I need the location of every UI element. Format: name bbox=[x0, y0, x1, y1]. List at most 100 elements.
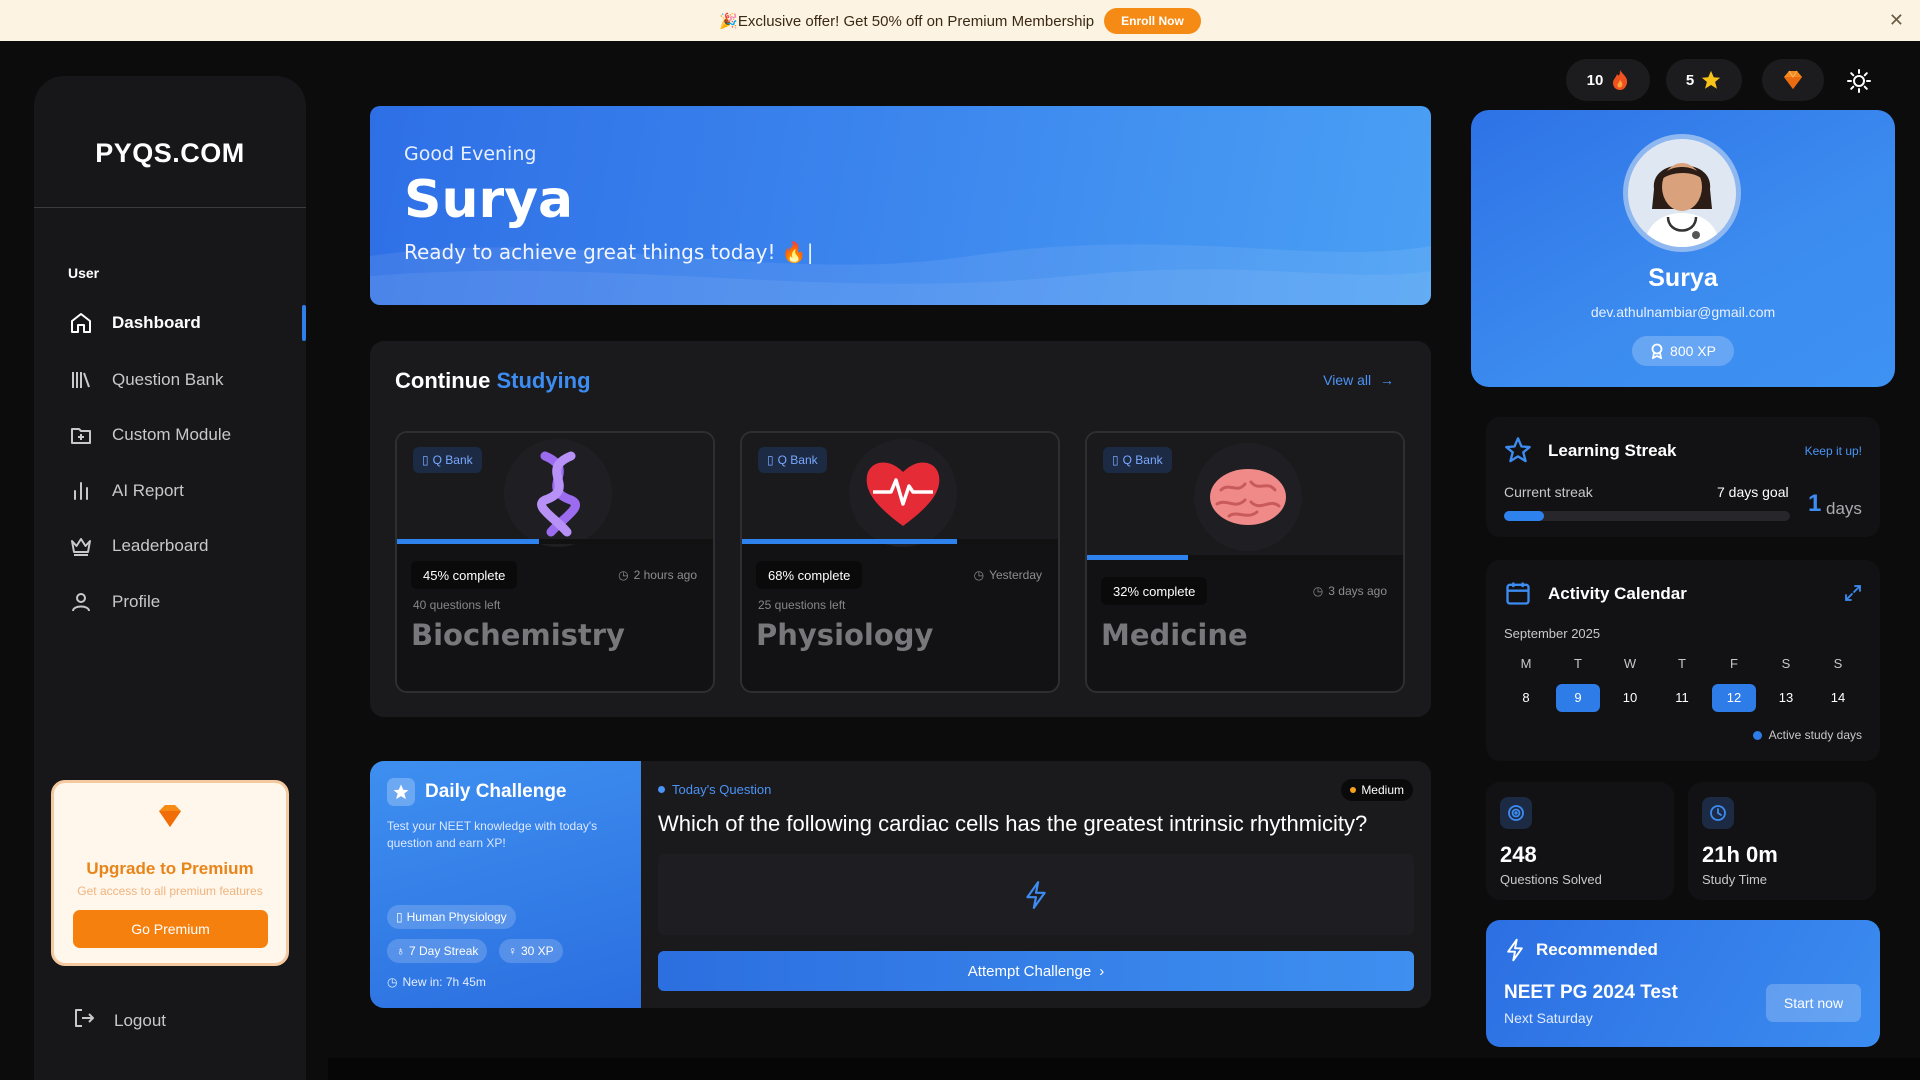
expand-icon[interactable] bbox=[1844, 584, 1862, 607]
qbank-label: Q Bank bbox=[777, 453, 818, 467]
streak-goal: 7 days goal bbox=[1717, 484, 1789, 500]
streak-title: Learning Streak bbox=[1548, 441, 1677, 460]
logout-label: Logout bbox=[114, 1010, 166, 1030]
clock-icon: ◷ bbox=[387, 975, 398, 989]
attempt-challenge-button[interactable]: Attempt Challenge › bbox=[658, 951, 1414, 991]
premium-subtitle: Get access to all premium features bbox=[77, 884, 263, 898]
weekday-label: M bbox=[1520, 656, 1532, 671]
recommended-heading: Recommended bbox=[1536, 940, 1658, 959]
fire-streak-pill[interactable]: 10 bbox=[1566, 59, 1650, 101]
course-card-biochemistry[interactable]: ▯ Q Bank 45% complete ◷ 2 hours ago 40 qu… bbox=[395, 431, 715, 693]
star-points-pill[interactable]: 5 bbox=[1666, 59, 1742, 101]
study-time-stat: 21h 0m Study Time bbox=[1688, 782, 1876, 900]
calendar-date[interactable]: 10 bbox=[1608, 684, 1652, 712]
new-in-label: New in: 7h 45m bbox=[402, 975, 486, 989]
sidebar-item-profile[interactable]: Profile bbox=[68, 582, 306, 622]
sidebar-item-ai-report[interactable]: AI Report bbox=[68, 471, 306, 511]
premium-gem-pill[interactable] bbox=[1762, 59, 1824, 101]
last-studied-label: 2 hours ago bbox=[633, 568, 697, 582]
sidebar-item-label: AI Report bbox=[112, 481, 184, 500]
app-logo[interactable]: PYQS.COM bbox=[34, 138, 306, 169]
logout-icon bbox=[72, 1006, 96, 1035]
profile-email: dev.athulnambiar@gmail.com bbox=[1590, 304, 1776, 320]
enroll-now-button[interactable]: Enroll Now bbox=[1104, 7, 1201, 34]
legend-dot bbox=[1752, 730, 1762, 740]
sidebar-item-label: Leaderboard bbox=[112, 536, 209, 555]
stat-value: 248 bbox=[1500, 842, 1537, 867]
challenge-header: Daily Challenge bbox=[387, 778, 567, 806]
library-icon bbox=[68, 367, 94, 393]
star-icon bbox=[1700, 69, 1722, 91]
user-name: Surya bbox=[404, 170, 574, 230]
challenge-title: Daily Challenge bbox=[425, 781, 567, 802]
sidebar-item-custom-module[interactable]: Custom Module bbox=[68, 415, 306, 455]
sidebar: PYQS.COM User Dashboard Question Bank Cu… bbox=[34, 76, 306, 1080]
greeting-hero: Good Evening Surya Ready to achieve grea… bbox=[370, 106, 1431, 305]
target-icon bbox=[1500, 797, 1532, 829]
profile-name: Surya bbox=[1648, 264, 1718, 292]
chevron-right-icon: › bbox=[1099, 962, 1105, 980]
sidebar-item-question-bank[interactable]: Question Bank bbox=[68, 360, 306, 400]
progress-fill bbox=[742, 539, 957, 544]
qbank-label: Q Bank bbox=[432, 453, 473, 467]
progress-badge: 32% complete bbox=[1101, 577, 1208, 605]
recommended-title: NEET PG 2024 Test bbox=[1504, 982, 1678, 1003]
course-card-medicine[interactable]: ▯ Q Bank 32% complete ◷ 3 days ago Medici… bbox=[1085, 431, 1405, 693]
go-premium-button[interactable]: Go Premium bbox=[73, 910, 268, 948]
avatar[interactable] bbox=[1623, 134, 1741, 252]
streak-unit: days bbox=[1826, 499, 1862, 518]
qbank-tag: ▯ Q Bank bbox=[413, 447, 482, 473]
course-name: Biochemistry bbox=[411, 618, 625, 652]
qbank-tag: ▯ Q Bank bbox=[758, 447, 827, 473]
view-all-label: View all bbox=[1323, 372, 1372, 388]
calendar-date[interactable]: 8 bbox=[1504, 684, 1548, 712]
folder-plus-icon bbox=[68, 422, 94, 448]
close-icon[interactable]: ✕ bbox=[1889, 11, 1904, 29]
progress-bar bbox=[742, 539, 1058, 544]
title-accent: Studying bbox=[496, 368, 591, 393]
keep-it-up-link[interactable]: Keep it up! bbox=[1805, 444, 1862, 458]
clock-icon: ◷ bbox=[618, 568, 629, 582]
start-now-button[interactable]: Start now bbox=[1766, 984, 1861, 1022]
last-studied: ◷ 2 hours ago bbox=[618, 568, 697, 582]
calendar-date-active[interactable]: 9 bbox=[1556, 684, 1600, 712]
sidebar-item-dashboard[interactable]: Dashboard bbox=[68, 303, 306, 343]
user-icon bbox=[68, 589, 94, 615]
section-title: Continue Studying bbox=[395, 368, 591, 394]
star-count: 5 bbox=[1685, 71, 1695, 89]
progress-fill bbox=[397, 539, 540, 544]
dot-icon bbox=[1350, 787, 1357, 793]
qbank-tag: ▯ Q Bank bbox=[1103, 447, 1172, 473]
challenge-info: Daily Challenge Test your NEET knowledge… bbox=[370, 761, 641, 1008]
sidebar-divider bbox=[34, 207, 306, 208]
streak-label: Current streak bbox=[1504, 484, 1593, 500]
course-card-physiology[interactable]: ▯ Q Bank 68% complete ◷ Yesterday 25 ques… bbox=[740, 431, 1060, 693]
xp-label: 800 XP bbox=[1670, 343, 1716, 359]
calendar-date[interactable]: 11 bbox=[1660, 684, 1704, 712]
clock-icon bbox=[1702, 797, 1734, 829]
questions-left: 40 questions left bbox=[413, 598, 501, 612]
progress-badge: 45% complete bbox=[411, 561, 518, 589]
logout-button[interactable]: Logout bbox=[72, 1006, 166, 1035]
legend-label: Active study days bbox=[1768, 728, 1862, 742]
weekday-label: W bbox=[1623, 656, 1637, 671]
question-text: Which of the following cardiac cells has… bbox=[658, 811, 1368, 836]
view-all-link[interactable]: View all → bbox=[1323, 372, 1394, 388]
qbank-label: Q Bank bbox=[1122, 453, 1163, 467]
brain-icon bbox=[1194, 443, 1302, 551]
calendar-icon bbox=[1504, 579, 1532, 612]
todays-question-text: Today's Question bbox=[672, 782, 772, 797]
section-label: User bbox=[68, 265, 100, 281]
theme-toggle[interactable] bbox=[1840, 62, 1878, 100]
recommended-subtitle: Next Saturday bbox=[1504, 1010, 1593, 1026]
calendar-date-active[interactable]: 12 bbox=[1712, 684, 1756, 712]
activity-calendar-card: Activity Calendar September 2025 M T W T… bbox=[1486, 560, 1880, 761]
calendar-date[interactable]: 13 bbox=[1764, 684, 1808, 712]
daily-challenge-card: Daily Challenge Test your NEET knowledge… bbox=[370, 761, 1431, 1008]
sidebar-item-label: Dashboard bbox=[112, 313, 201, 332]
xp-tag: ♀ 30 XP bbox=[499, 939, 563, 963]
recommended-card: Recommended NEET PG 2024 Test Next Satur… bbox=[1486, 920, 1880, 1047]
calendar-date[interactable]: 14 bbox=[1816, 684, 1860, 712]
xp-tag-label: 30 XP bbox=[521, 944, 554, 958]
sidebar-item-leaderboard[interactable]: Leaderboard bbox=[68, 526, 306, 566]
